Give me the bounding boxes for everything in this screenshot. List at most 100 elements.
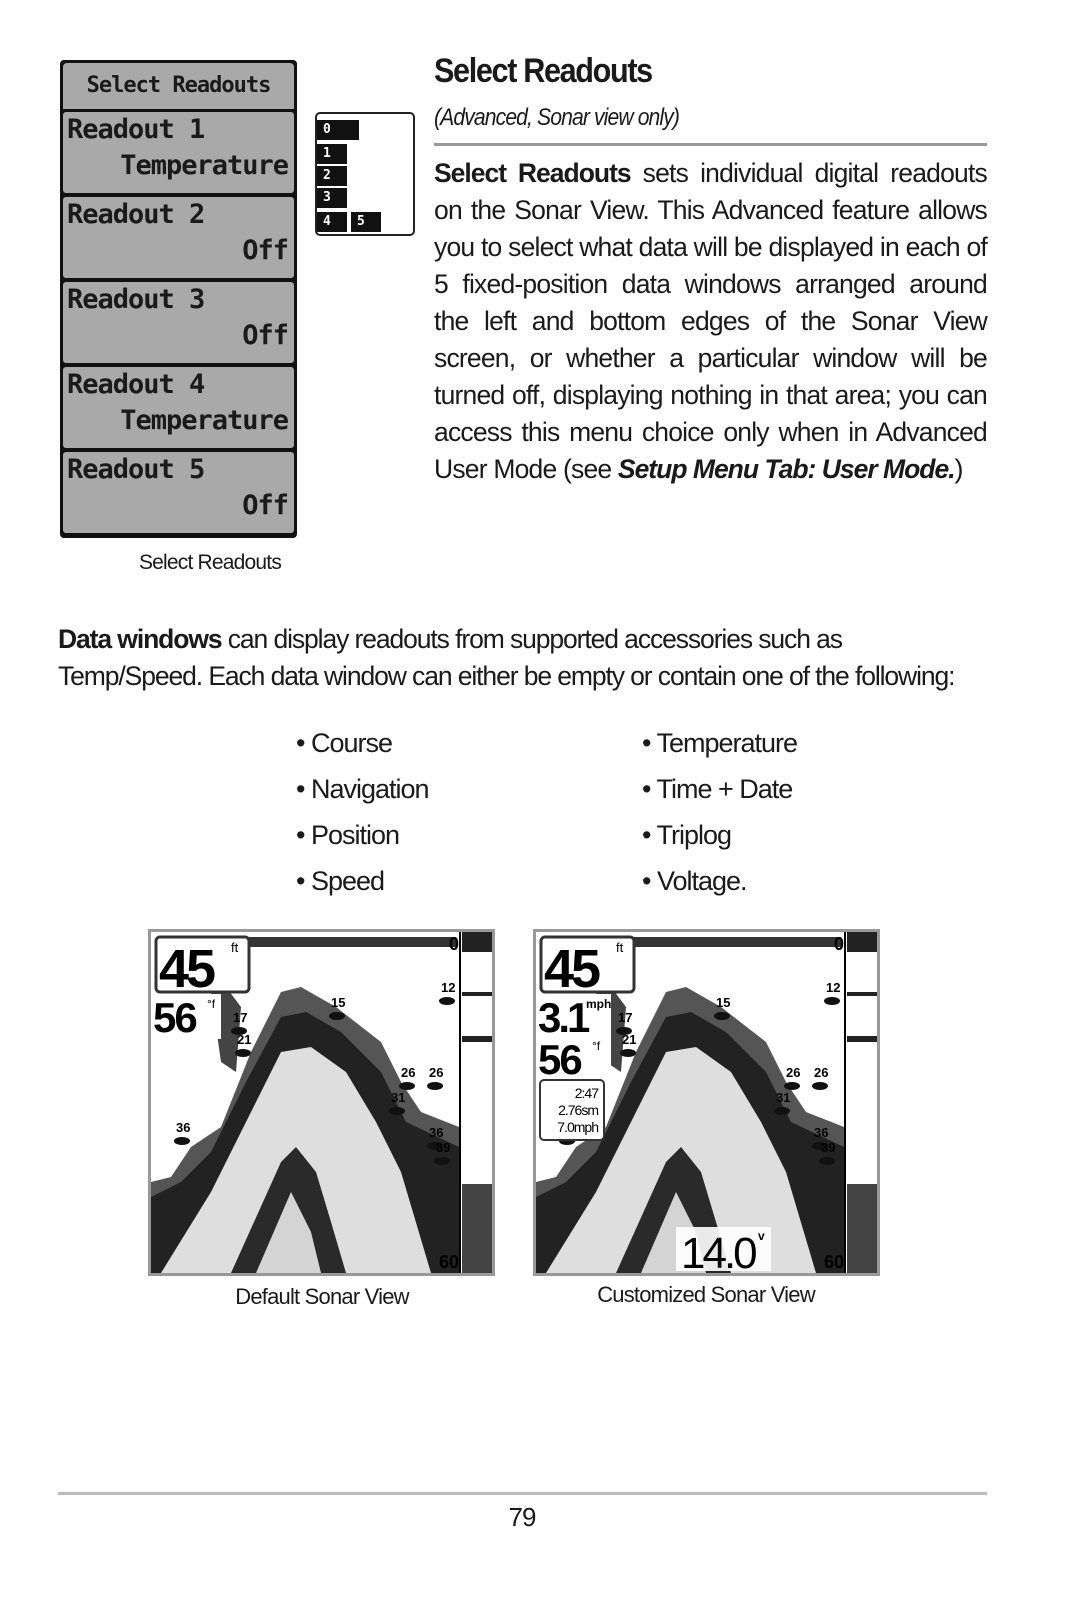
list-item: • Course	[296, 728, 393, 758]
list-item: • Voltage.	[642, 866, 748, 896]
color-bar	[847, 992, 877, 996]
fish-depth-label: 17	[618, 1010, 632, 1025]
sonar-image: 0601215172126 263136 363945 ft56 °f	[151, 932, 492, 1273]
surface-clutter	[246, 937, 456, 947]
fish-depth-label: 31	[776, 1090, 790, 1105]
color-bar	[847, 1184, 877, 1273]
menu-item-readout-2[interactable]: Readout 2 Off	[63, 197, 294, 278]
fish-depth-label: 39	[821, 1140, 835, 1155]
menu-caption: Select Readouts	[138, 551, 282, 574]
layout-cell-1: 1	[317, 144, 347, 164]
color-bar	[462, 1036, 492, 1042]
scale-bottom: 60	[439, 1252, 459, 1272]
term: Select Readouts	[434, 158, 632, 188]
fish-depth-label: 15	[716, 995, 730, 1010]
color-bar	[847, 932, 877, 952]
list-item: • Speed	[296, 866, 385, 896]
menu-item-value: Off	[242, 235, 289, 266]
menu-item-label: Readout 2	[67, 199, 205, 230]
term: Data windows	[58, 624, 223, 654]
temperature-readout: 56	[538, 1036, 581, 1083]
menu-item-label: Readout 1	[67, 114, 205, 145]
fish-depth-label: 26	[814, 1065, 828, 1080]
layout-cell-2: 2	[317, 166, 347, 186]
bullet-list-right: • Temperature • Time + Date • Triplog • …	[642, 720, 798, 904]
menu-item-label: Readout 4	[67, 369, 205, 400]
select-readouts-menu: Select Readouts Readout 1 Temperature Rea…	[60, 60, 297, 538]
caption-default-sonar: Default Sonar View	[235, 1284, 409, 1309]
menu-item-value: Off	[242, 490, 289, 521]
menu-item-value: Temperature	[120, 405, 289, 436]
speed-readout: 3.1	[538, 994, 590, 1041]
fish-icon	[434, 1157, 450, 1165]
menu-item-label: Readout 5	[67, 454, 205, 485]
layout-cell-5: 5	[351, 212, 381, 232]
list-item: • Position	[296, 820, 400, 850]
fish-icon	[784, 1082, 800, 1090]
fish-icon	[714, 1012, 730, 1020]
layout-cell-3: 3	[317, 188, 347, 208]
fish-icon	[620, 1049, 636, 1057]
fish-depth-label: 36	[429, 1125, 443, 1140]
scale-bottom: 60	[824, 1252, 844, 1272]
fish-depth-label: 12	[441, 980, 455, 995]
fish-icon	[439, 997, 455, 1005]
menu-item-readout-4[interactable]: Readout 4 Temperature	[63, 367, 294, 448]
page-number: 79	[508, 1502, 537, 1532]
sonar-image: 0601215172126263136363945ft3.1mph56°f2:4…	[536, 932, 877, 1278]
fish-depth-label: 31	[391, 1090, 405, 1105]
depth-unit: ft	[231, 940, 239, 955]
menu-title: Select Readouts	[63, 63, 294, 109]
list-item: • Triplog	[642, 820, 732, 850]
fish-icon	[819, 1157, 835, 1165]
temperature-readout: 56	[153, 994, 196, 1041]
depth-readout: 45	[159, 939, 215, 999]
menu-item-readout-5[interactable]: Readout 5 Off	[63, 452, 294, 533]
list-item: • Time + Date	[642, 774, 793, 804]
color-bar	[462, 932, 492, 952]
fish-icon	[824, 997, 840, 1005]
layout-cell-0: 0	[317, 120, 359, 140]
list-item: • Navigation	[296, 774, 430, 804]
fish-depth-label: 39	[436, 1140, 450, 1155]
fish-depth-label: 36	[176, 1120, 190, 1135]
fish-depth-label: 21	[622, 1032, 636, 1047]
surface-clutter	[631, 937, 841, 947]
fish-depth-label: 21	[237, 1032, 251, 1047]
voltage-readout: 14.0	[681, 1229, 756, 1273]
depth-readout: 45	[544, 939, 600, 999]
fish-icon	[329, 1012, 345, 1020]
section-title: Select Readouts	[434, 52, 653, 90]
sonar-view-customized: 0601215172126263136363945ft3.1mph56°f2:4…	[533, 929, 880, 1278]
fish-depth-label: 26	[401, 1065, 415, 1080]
speed-unit: mph	[586, 997, 611, 1011]
text: )	[954, 454, 964, 484]
fish-depth-label: 12	[826, 980, 840, 995]
fish-icon	[774, 1107, 790, 1115]
fish-icon	[399, 1082, 415, 1090]
menu-item-label: Readout 3	[67, 284, 205, 315]
triplog-line: 2.76sm	[558, 1102, 598, 1118]
scale-top: 0	[834, 934, 844, 954]
fish-depth-label: 17	[233, 1010, 247, 1025]
divider	[434, 143, 987, 146]
section-paragraph: Select Readouts sets individual digital …	[434, 155, 988, 488]
menu-item-readout-3[interactable]: Readout 3 Off	[63, 282, 294, 363]
menu-item-readout-1[interactable]: Readout 1 Temperature	[63, 112, 294, 193]
sonar-view-default: 0 60 12 15 17 21 26 26 31 36 36 39 45 ft 56 °f	[148, 929, 495, 1276]
scale-top: 0	[449, 934, 459, 954]
bullet-list-left: • Course • Navigation • Position • Speed	[296, 720, 430, 904]
cross-reference: Setup Menu Tab: User Mode.	[617, 454, 956, 484]
triplog-line: 2:47	[575, 1085, 599, 1101]
fish-icon	[427, 1082, 443, 1090]
voltage-unit: v	[758, 1229, 765, 1243]
fish-depth-label: 36	[814, 1125, 828, 1140]
caption-customized-sonar: Customized Sonar View	[597, 1282, 815, 1307]
menu-item-value: Temperature	[120, 150, 289, 181]
fish-icon	[389, 1107, 405, 1115]
triplog-line: 7.0mph	[557, 1119, 598, 1135]
depth-unit: ft	[616, 940, 624, 955]
data-windows-paragraph: Data windows can display readouts from s…	[58, 621, 987, 695]
footer-divider	[58, 1492, 987, 1495]
menu-item-value: Off	[242, 320, 289, 351]
